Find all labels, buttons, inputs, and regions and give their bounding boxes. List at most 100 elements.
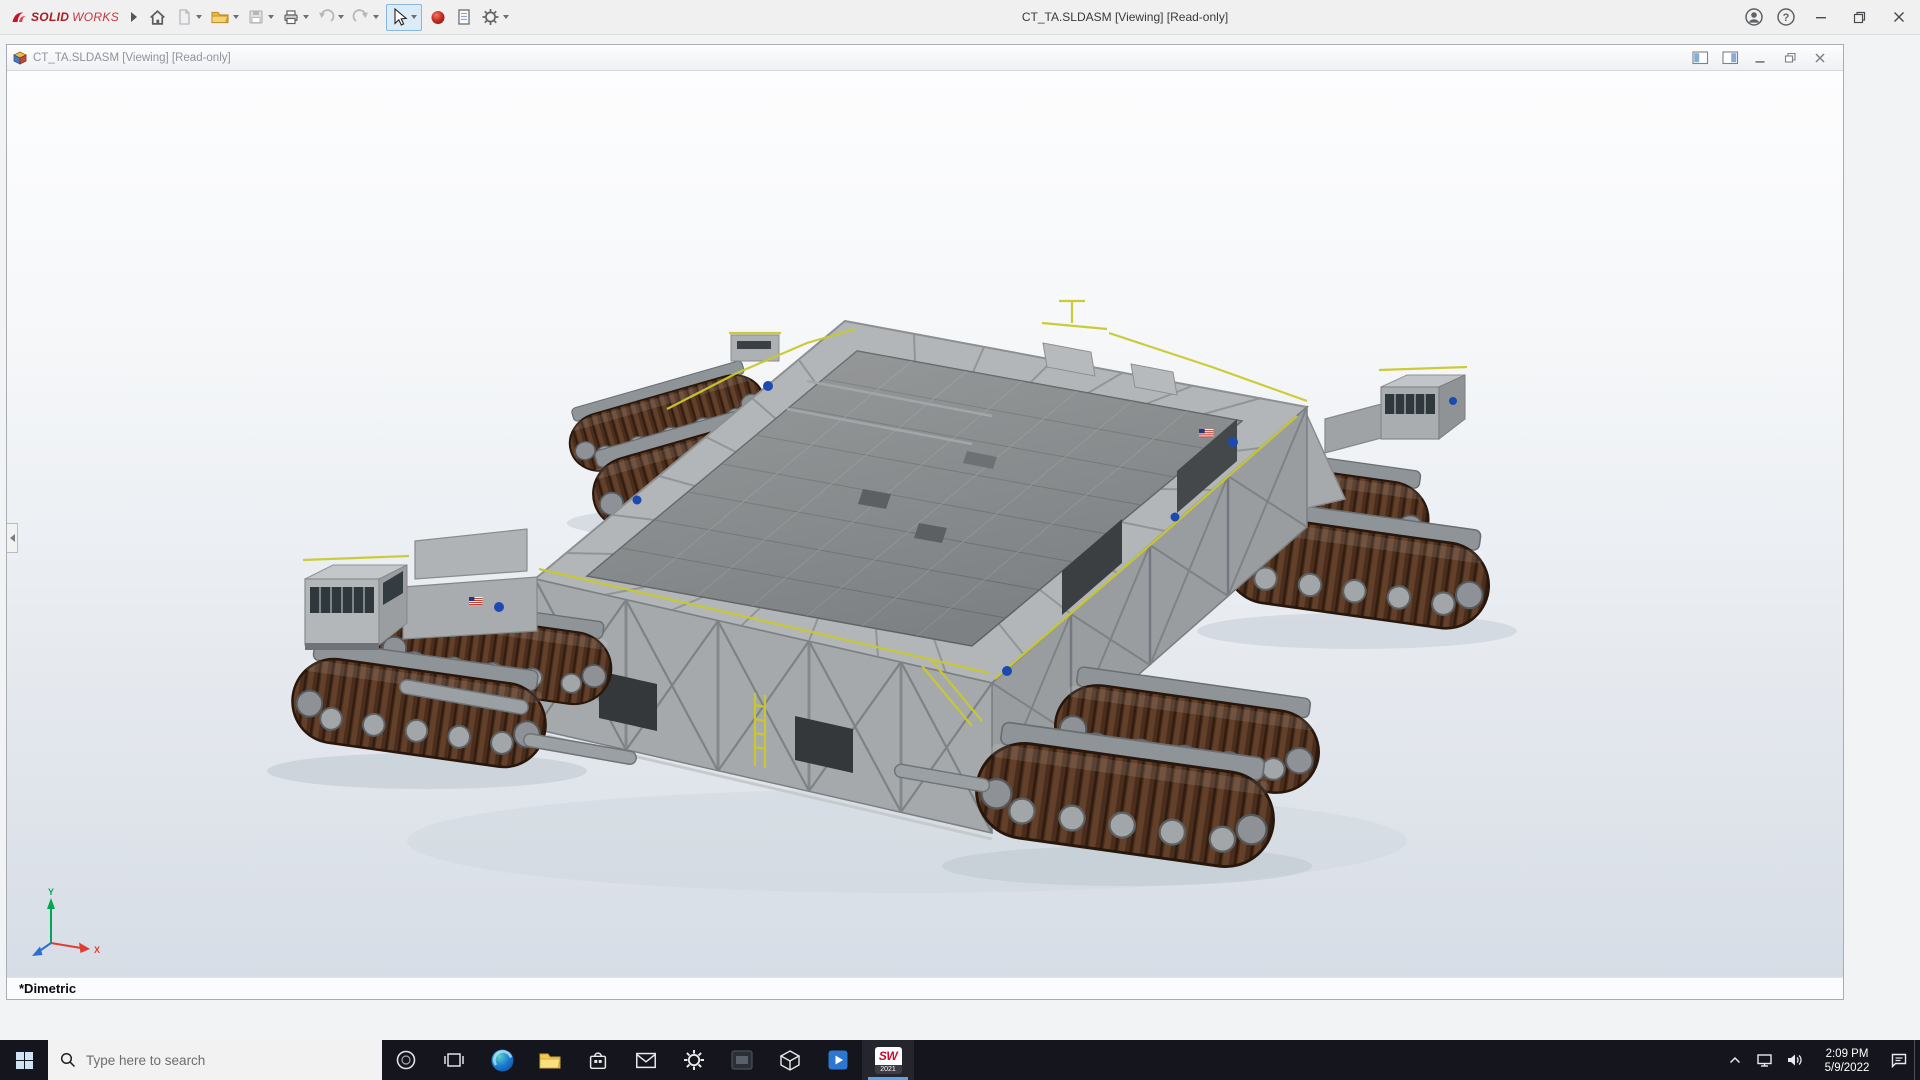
redo-icon [352,9,369,22]
document-titlebar[interactable]: CT_TA.SLDASM [Viewing] [Read-only] [7,45,1843,71]
document-properties-button[interactable] [452,3,476,31]
select-cursor-icon [394,7,408,26]
taskbar-clock[interactable]: 2:09 PM 5/9/2022 [1810,1046,1884,1075]
cortana-icon [396,1050,416,1070]
store-button[interactable] [574,1040,622,1080]
featuremanager-collapsed-tab[interactable] [7,523,18,553]
pane-left-button[interactable] [1689,49,1711,67]
print-icon [284,10,298,25]
edge-button[interactable] [478,1040,526,1080]
taskbar: SW 2021 [0,1040,1920,1080]
close-button[interactable] [1878,0,1920,35]
document-properties-icon [458,9,470,25]
pane-left-icon [1691,50,1708,64]
solidworks-app-icon: SW 2021 [874,1046,902,1074]
menu-flyout-arrow-icon[interactable] [131,12,138,22]
assembly-document-icon [13,51,27,65]
file-explorer-button[interactable] [526,1040,574,1080]
network-icon [1757,1054,1772,1067]
search-icon [60,1052,76,1068]
app-titlebar: SOLID WORKS CT_TA.SLDASM [Viewing] [Read… [0,0,1920,35]
crawler-transporter-model[interactable] [7,71,1843,977]
new-document-caret[interactable] [196,15,203,19]
viewport-3d[interactable]: Y X [7,71,1843,977]
help-icon: ? [1777,8,1795,26]
undo-button[interactable] [314,3,347,31]
screen-capture-button[interactable] [718,1040,766,1080]
options-caret[interactable] [503,15,510,19]
app-title: CT_TA.SLDASM [Viewing] [Read-only] [1021,10,1229,24]
system-tray: 2:09 PM 5/9/2022 [1720,1040,1920,1080]
print-button[interactable] [279,3,312,31]
new-document-icon [179,9,190,25]
doc-minimize-button[interactable] [1749,49,1771,67]
windows-logo-icon [15,1051,33,1069]
undo-caret[interactable] [338,15,345,19]
redo-button[interactable] [349,3,382,31]
cortana-button[interactable] [382,1040,430,1080]
clock-time: 2:09 PM [1825,1047,1869,1060]
account-icon [1745,8,1763,26]
open-caret[interactable] [233,15,240,19]
save-button[interactable] [244,3,277,31]
print-caret[interactable] [303,15,310,19]
task-view-icon [444,1053,464,1067]
show-desktop-button[interactable] [1914,1040,1920,1080]
minimize-button[interactable] [1802,0,1840,35]
save-caret[interactable] [268,15,275,19]
edge-icon [491,1049,513,1071]
screen-capture-icon [731,1050,753,1070]
screen: SOLID WORKS CT_TA.SLDASM [Viewing] [Read… [0,0,1920,1080]
doc-close-icon [1815,52,1825,63]
cab-rear-right[interactable] [1324,374,1466,454]
solidworks-taskbar-button[interactable]: SW 2021 [862,1040,914,1080]
doc-restore-button[interactable] [1779,49,1801,67]
settings-gear-icon [684,1050,704,1070]
select-tool-button[interactable] [386,3,423,31]
orientation-triad[interactable]: Y X [21,885,107,971]
3dexperience-icon [431,11,445,24]
close-icon [1894,12,1904,22]
open-button[interactable] [207,3,242,31]
options-button[interactable] [478,3,512,31]
new-document-button[interactable] [172,3,205,31]
home-button[interactable] [145,3,170,31]
volume-button[interactable] [1780,1040,1810,1080]
restore-icon [1853,11,1865,23]
triad-x-label: X [94,945,100,955]
brand-text-works: WORKS [72,10,120,24]
pane-right-button[interactable] [1719,49,1741,67]
mail-button[interactable] [622,1040,670,1080]
redo-caret[interactable] [373,15,380,19]
help-button[interactable]: ? [1770,0,1802,35]
collapse-arrow-icon [9,534,15,542]
3d-viewer-button[interactable] [766,1040,814,1080]
account-button[interactable] [1738,0,1770,35]
document-title: CT_TA.SLDASM [Viewing] [Read-only] [33,51,231,64]
settings-button[interactable] [670,1040,718,1080]
document-window: CT_TA.SLDASM [Viewing] [Read-only] Y X *… [6,44,1844,1000]
restore-button[interactable] [1840,0,1878,35]
action-center-button[interactable] [1884,1040,1914,1080]
triad-x-arrow [79,942,90,953]
document-statusbar: *Dimetric [7,977,1843,999]
doc-close-button[interactable] [1809,49,1831,67]
home-icon [150,10,165,25]
triad-z-arrow [32,946,43,956]
view-orientation-label: *Dimetric [19,981,77,996]
hidden-icons-button[interactable] [1720,1040,1750,1080]
network-button[interactable] [1750,1040,1780,1080]
search-input[interactable] [86,1052,356,1068]
ds-swoosh-icon [12,12,26,22]
start-button[interactable] [0,1040,48,1080]
svg-text:?: ? [1783,12,1790,24]
clock-date: 5/9/2022 [1824,1061,1870,1074]
task-view-button[interactable] [430,1040,478,1080]
taskbar-search[interactable] [48,1040,382,1080]
3d-viewer-cube-icon [779,1050,801,1071]
triad-y-arrow [47,898,55,909]
3dexperience-button[interactable] [426,3,450,31]
solidworks-logo: SOLID WORKS [0,9,125,25]
media-player-button[interactable] [814,1040,862,1080]
select-tool-caret[interactable] [411,15,418,19]
